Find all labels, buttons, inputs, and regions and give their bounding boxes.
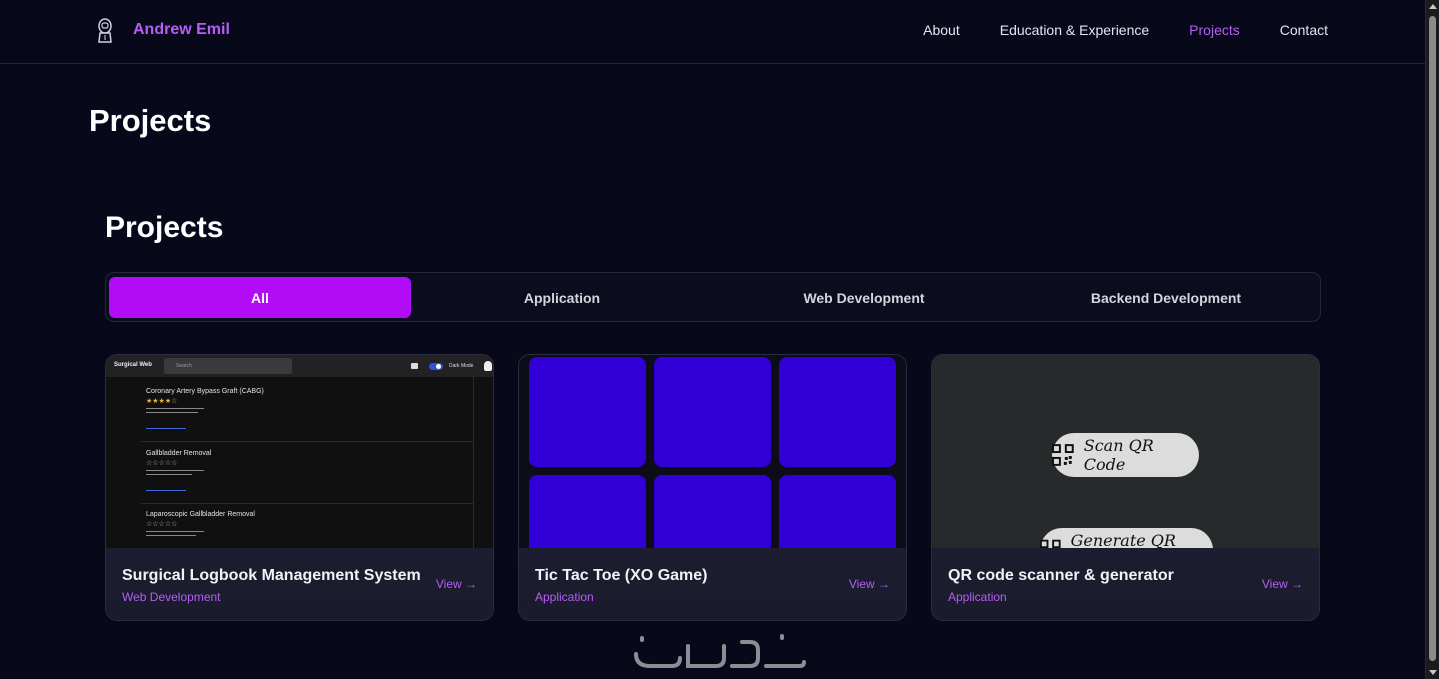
tab-all[interactable]: All <box>109 277 411 318</box>
main-nav: About Education & Experience Projects Co… <box>883 22 1328 38</box>
thumb-item-title: Coronary Artery Bypass Graft (CABG) <box>146 388 264 395</box>
project-card-qr-code[interactable]: Scan QR Code Generate QR Code QR code sc… <box>931 354 1320 621</box>
thumb-search-placeholder: Search <box>176 363 192 369</box>
qr-code-icon <box>1052 444 1074 466</box>
brand-name[interactable]: Andrew Emil <box>133 21 230 39</box>
project-card-tic-tac-toe[interactable]: Tic Tac Toe (XO Game) Application View → <box>518 354 907 621</box>
card-category: Application <box>535 590 594 604</box>
project-filter-tabs: All Application Web Development Backend … <box>105 272 1321 322</box>
section-title: Projects <box>105 211 224 244</box>
thumb-rating-stars: ☆☆☆☆☆ <box>146 521 178 528</box>
ttt-cell <box>654 475 771 548</box>
thumb-user-icon <box>484 361 492 371</box>
thumb-item-meta <box>146 406 206 416</box>
card-view-link[interactable]: View → <box>1262 577 1303 591</box>
thumb-item-title: Laparoscopic Gallbladder Removal <box>146 511 255 518</box>
tab-web-development[interactable]: Web Development <box>713 277 1015 318</box>
card-title: Tic Tac Toe (XO Game) <box>535 567 708 584</box>
card-footer: Tic Tac Toe (XO Game) Application View → <box>519 548 906 620</box>
thumb-item-link <box>146 428 186 429</box>
thumb-toggle-knob <box>436 364 441 369</box>
thumb-item-link <box>146 490 186 491</box>
project-thumbnail <box>519 355 906 548</box>
scroll-thumb[interactable] <box>1429 16 1436 661</box>
ttt-cell <box>779 475 896 548</box>
scroll-down-arrow-icon[interactable] <box>1429 670 1437 675</box>
thumb-mode-label: Dark Mode <box>449 363 474 369</box>
nav-education-experience[interactable]: Education & Experience <box>1000 22 1149 38</box>
astronaut-logo-icon <box>98 18 112 43</box>
thumb-generate-qr-button: Generate QR Code <box>1040 528 1213 548</box>
nav-about[interactable]: About <box>923 22 960 38</box>
card-title: Surgical Logbook Management System <box>122 567 421 584</box>
card-category: Application <box>948 590 1007 604</box>
thumb-item-title: Gallbladder Removal <box>146 450 212 457</box>
thumb-divider <box>473 377 474 548</box>
thumb-scan-label: Scan QR Code <box>1083 436 1154 474</box>
thumb-item-meta <box>146 468 206 478</box>
site-header: Andrew Emil About Education & Experience… <box>0 0 1425 64</box>
nav-projects[interactable]: Projects <box>1189 22 1240 38</box>
ttt-cell <box>779 357 896 467</box>
project-thumbnail: Surgical Web Search Dark Mode Coronary A… <box>106 355 493 548</box>
thumb-row-divider <box>141 503 473 504</box>
tab-backend-development[interactable]: Backend Development <box>1015 277 1317 318</box>
card-category: Web Development <box>122 590 221 604</box>
nav-contact[interactable]: Contact <box>1280 22 1328 38</box>
thumb-rating-stars: ☆☆☆☆☆ <box>146 460 178 467</box>
ttt-cell <box>529 357 646 467</box>
brand[interactable]: Andrew Emil <box>95 17 230 43</box>
thumb-rating-stars: ★★★★☆ <box>146 398 178 405</box>
tab-application[interactable]: Application <box>411 277 713 318</box>
thumb-generate-label: Generate QR Code <box>1070 531 1176 548</box>
project-card-surgical-logbook[interactable]: Surgical Web Search Dark Mode Coronary A… <box>105 354 494 621</box>
thumb-scan-qr-button: Scan QR Code <box>1052 433 1199 477</box>
scroll-up-arrow-icon[interactable] <box>1429 4 1437 9</box>
card-footer: QR code scanner & generator Application … <box>932 548 1319 620</box>
thumb-notification-icon <box>411 363 418 369</box>
thumb-row-divider <box>141 441 473 442</box>
card-view-link[interactable]: View → <box>849 577 890 591</box>
vertical-scrollbar[interactable] <box>1425 0 1439 679</box>
project-thumbnail: Scan QR Code Generate QR Code <box>932 355 1319 548</box>
card-footer: Surgical Logbook Management System Web D… <box>106 548 493 620</box>
ttt-cell <box>654 357 771 467</box>
thumb-app-name: Surgical Web <box>114 362 152 368</box>
watermark-logo-icon <box>634 634 806 668</box>
ttt-cell <box>529 475 646 548</box>
page-title: Projects <box>89 103 212 138</box>
thumb-item-meta <box>146 529 206 539</box>
qr-code-icon <box>1040 539 1061 548</box>
card-title: QR code scanner & generator <box>948 567 1174 584</box>
card-view-link[interactable]: View → <box>436 577 477 591</box>
